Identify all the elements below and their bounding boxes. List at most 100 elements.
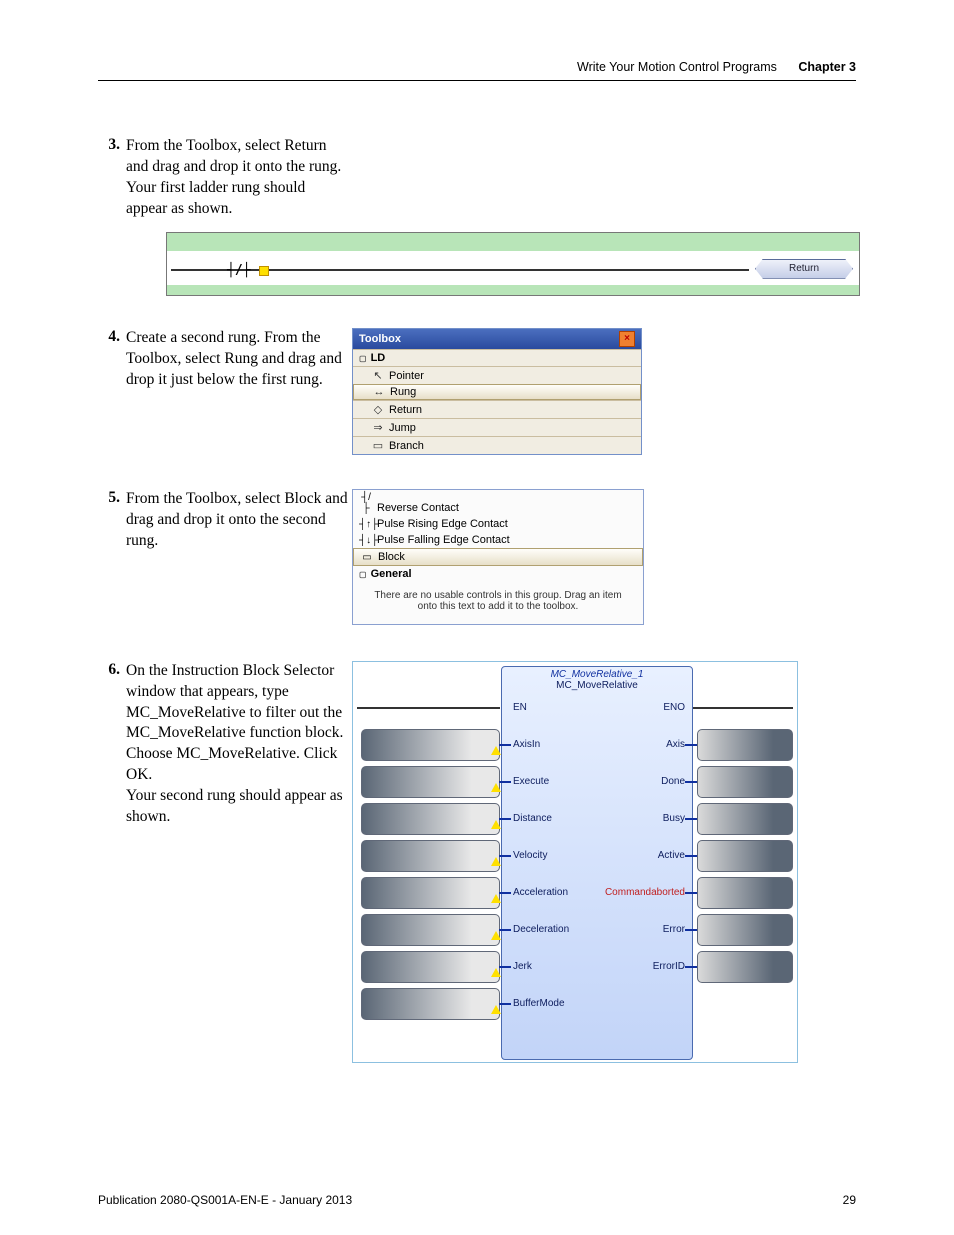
step-number: 6.	[98, 661, 126, 679]
fb-pin-label: Error	[663, 924, 685, 935]
warning-icon	[491, 820, 501, 829]
fb-pin-label: BufferMode	[513, 998, 565, 1009]
wire-left	[357, 707, 500, 709]
falling-edge-icon: ┤↓├	[359, 535, 373, 546]
return-block[interactable]: Return	[755, 259, 853, 279]
fb-pin-label: Jerk	[513, 961, 532, 972]
fb-input-connector[interactable]	[361, 951, 500, 983]
fb-input-connector[interactable]	[361, 914, 500, 946]
pointer-icon: ↖	[371, 369, 385, 382]
page-number: 29	[843, 1193, 856, 1207]
toolbox-item-pointer[interactable]: ↖Pointer	[353, 366, 641, 384]
fb-output-connector[interactable]	[697, 877, 793, 909]
fb-pin-label: ErrorID	[653, 961, 685, 972]
warning-icon	[491, 857, 501, 866]
fb-pin-label: AxisIn	[513, 739, 540, 750]
fb-row-en: EN ENO	[353, 688, 797, 725]
fb-input-connector[interactable]	[361, 803, 500, 835]
fb-pin-en: EN	[513, 702, 527, 713]
wire-right	[693, 707, 793, 709]
warning-icon	[491, 931, 501, 940]
step-text: Create a second rung. From the Toolbox, …	[126, 328, 348, 391]
branch-icon: ▭	[371, 439, 385, 452]
fb-row: Acceleration Commandaborted	[353, 873, 797, 910]
page-header: Write Your Motion Control Programs Chapt…	[98, 60, 856, 81]
fb-pin-eno: ENO	[663, 702, 685, 713]
fb-pin-label: Axis	[666, 739, 685, 750]
ladder-rung-figure: ┤/├ Return	[166, 232, 860, 296]
warning-icon	[491, 783, 501, 792]
fb-input-connector[interactable]	[361, 988, 500, 1020]
warning-icon	[259, 266, 269, 276]
step-number: 3.	[98, 136, 126, 154]
empty-group-note: There are no usable controls in this gro…	[353, 582, 643, 618]
fb-row: AxisIn Axis	[353, 725, 797, 762]
toolbox-item-branch[interactable]: ▭Branch	[353, 436, 641, 454]
toolbox-item-return[interactable]: ◇Return	[353, 400, 641, 418]
header-title: Write Your Motion Control Programs	[577, 60, 777, 74]
step-text: From the Toolbox, select Block and drag …	[126, 489, 348, 552]
list-item-falling-edge[interactable]: ┤↓├Pulse Falling Edge Contact	[353, 532, 643, 548]
step-number: 5.	[98, 489, 126, 507]
toolbox-panel: Toolbox × LD ↖Pointer ↔Rung ◇Return ⇒Jum…	[352, 328, 642, 455]
fb-input-connector[interactable]	[361, 766, 500, 798]
list-item-reverse-contact[interactable]: ┤/├Reverse Contact	[353, 490, 643, 516]
step-text: From the Toolbox, select Return and drag…	[126, 136, 348, 220]
fb-output-connector[interactable]	[697, 729, 793, 761]
warning-icon	[491, 1005, 501, 1014]
return-icon: ◇	[371, 403, 385, 416]
fb-row: Distance Busy	[353, 799, 797, 836]
fb-output-connector[interactable]	[697, 803, 793, 835]
fb-output-connector[interactable]	[697, 840, 793, 872]
page-footer: Publication 2080-QS001A-EN-E - January 2…	[98, 1193, 856, 1207]
step-3: 3. From the Toolbox, select Return and d…	[98, 136, 856, 220]
fb-row: Deceleration Error	[353, 910, 797, 947]
jump-icon: ⇒	[371, 421, 385, 434]
warning-icon	[491, 746, 501, 755]
fb-input-connector[interactable]	[361, 840, 500, 872]
fb-pin-label: Distance	[513, 813, 552, 824]
fb-row: BufferMode	[353, 984, 797, 1021]
fb-output-connector[interactable]	[697, 766, 793, 798]
step-4: 4. Create a second rung. From the Toolbo…	[98, 328, 856, 455]
toolbox-item-rung[interactable]: ↔Rung	[353, 384, 641, 400]
toolbox-titlebar: Toolbox ×	[353, 329, 641, 349]
fb-input-connector[interactable]	[361, 877, 500, 909]
fb-row: Velocity Active	[353, 836, 797, 873]
warning-icon	[491, 894, 501, 903]
fb-instance-name: MC_MoveRelative_1	[502, 669, 692, 680]
fb-output-connector[interactable]	[697, 914, 793, 946]
toolbox-title-label: Toolbox	[359, 333, 401, 345]
step-6: 6. On the Instruction Block Selector win…	[98, 661, 856, 1063]
block-list-panel: ┤/├Reverse Contact ┤↑├Pulse Rising Edge …	[352, 489, 644, 625]
step-5: 5. From the Toolbox, select Block and dr…	[98, 489, 856, 625]
fb-row: Execute Done	[353, 762, 797, 799]
contact-nc-icon: ┤/├	[227, 263, 250, 278]
fb-row: Jerk ErrorID	[353, 947, 797, 984]
fb-pin-label: Acceleration	[513, 887, 568, 898]
fb-pin-label: Deceleration	[513, 924, 569, 935]
header-chapter: Chapter 3	[798, 60, 856, 74]
fb-pin-label: Busy	[663, 813, 685, 824]
list-item-block[interactable]: ▭Block	[353, 548, 643, 566]
reverse-contact-icon: ┤/├	[359, 492, 373, 514]
publication-id: Publication 2080-QS001A-EN-E - January 2…	[98, 1193, 352, 1207]
fb-input-connector[interactable]	[361, 729, 500, 761]
toolbox-item-jump[interactable]: ⇒Jump	[353, 418, 641, 436]
warning-icon	[491, 968, 501, 977]
toolbox-group-ld[interactable]: LD	[353, 349, 641, 366]
rung-icon: ↔	[372, 386, 386, 398]
list-group-general[interactable]: General	[353, 566, 643, 582]
block-icon: ▭	[360, 552, 374, 563]
step-text: On the Instruction Block Selector window…	[126, 661, 348, 828]
fb-output-connector[interactable]	[697, 951, 793, 983]
fb-pin-label: Velocity	[513, 850, 547, 861]
fb-pin-label: Execute	[513, 776, 549, 787]
step-number: 4.	[98, 328, 126, 346]
rising-edge-icon: ┤↑├	[359, 519, 373, 530]
list-item-rising-edge[interactable]: ┤↑├Pulse Rising Edge Contact	[353, 516, 643, 532]
rung-wire	[171, 269, 749, 271]
function-block-figure: MC_MoveRelative_1 MC_MoveRelative EN ENO	[352, 661, 798, 1063]
close-icon[interactable]: ×	[619, 331, 635, 347]
fb-pin-label: Active	[658, 850, 685, 861]
